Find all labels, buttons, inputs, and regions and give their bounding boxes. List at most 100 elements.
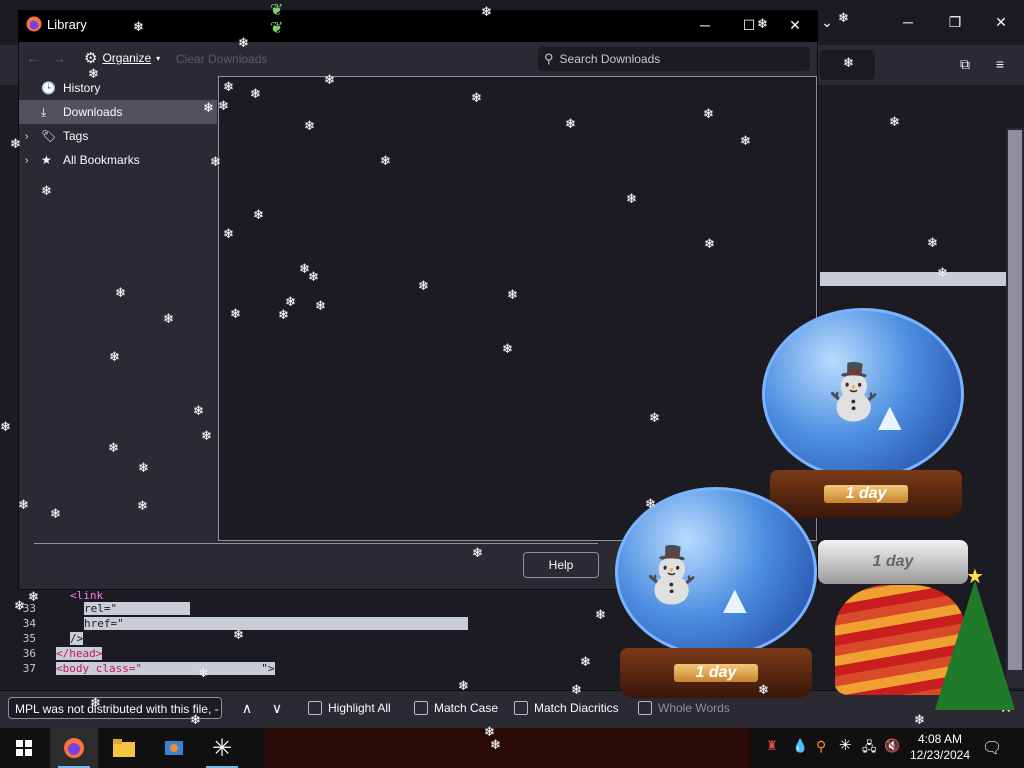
clear-downloads-button[interactable]: Clear Downloads xyxy=(176,52,267,66)
match-case-label: Match Case xyxy=(434,701,499,715)
extensions-icon[interactable]: ⧉ xyxy=(950,54,980,74)
checkbox-box[interactable] xyxy=(308,701,322,715)
selected-text-line xyxy=(820,272,1006,286)
snowflake-icon: ✳ xyxy=(211,734,233,762)
forward-arrow-icon[interactable]: → xyxy=(52,50,66,66)
snowflake-icon: ❄ xyxy=(580,654,591,669)
match-diacritics-checkbox[interactable]: Match Diacritics xyxy=(514,699,619,717)
downloads-list[interactable] xyxy=(218,76,817,541)
tray-app-icon[interactable]: ♜ xyxy=(766,738,778,754)
library-title: Library xyxy=(47,17,87,32)
snowflake-icon: ❄ xyxy=(472,545,483,560)
taskbar-file-explorer[interactable] xyxy=(100,728,148,768)
highlight-all-checkbox[interactable]: Highlight All xyxy=(308,699,391,717)
snowflake-icon: ❄ xyxy=(304,118,315,133)
windows-icon xyxy=(16,740,32,756)
snow-globe-base: 1 day xyxy=(620,648,812,698)
volume-muted-icon[interactable]: 🔇 xyxy=(884,738,900,754)
checkbox-box[interactable] xyxy=(414,701,428,715)
taskbar-firefox[interactable] xyxy=(50,728,98,768)
chevron-right-icon[interactable]: › xyxy=(25,155,37,166)
whole-words-checkbox[interactable]: Whole Words xyxy=(638,699,730,717)
network-icon[interactable]: 🖧 xyxy=(862,738,877,760)
snowflake-icon: ❄ xyxy=(571,682,582,697)
back-arrow-icon[interactable]: ← xyxy=(26,50,40,66)
snowflake-icon: ❄ xyxy=(649,410,660,425)
search-tray-icon[interactable]: ⚲ xyxy=(816,738,826,755)
browser-restore-button[interactable]: ❐ xyxy=(940,12,970,32)
snowflake-icon: ❄ xyxy=(10,136,21,151)
snowflake-icon: ❄ xyxy=(481,4,492,19)
find-next-icon[interactable]: ∨ xyxy=(267,698,287,718)
snowflake-icon: ❄ xyxy=(90,695,101,710)
sidebar-item-all-bookmarks[interactable]: › ★ All Bookmarks xyxy=(19,148,217,172)
snowflake-icon: ❄ xyxy=(108,440,119,455)
search-downloads-field[interactable]: ⚲ Search Downloads xyxy=(538,47,810,71)
snowflake-icon: ❄ xyxy=(838,10,849,25)
browser-minimize-button[interactable]: ─ xyxy=(893,12,923,32)
sidebar-item-tags[interactable]: › 🏷 Tags xyxy=(19,124,217,148)
start-button[interactable] xyxy=(0,728,48,768)
taskbar-app[interactable] xyxy=(150,728,198,768)
water-drop-icon[interactable]: 💧 xyxy=(792,738,808,754)
snowflake-icon: ❄ xyxy=(380,153,391,168)
tree-icon: ▲ xyxy=(870,395,910,439)
library-close-button[interactable]: ✕ xyxy=(780,15,810,35)
snowflake-icon: ❄ xyxy=(28,589,39,604)
sidebar-item-history[interactable]: 🕒 History xyxy=(19,76,217,100)
app-icon xyxy=(165,741,183,755)
sidebar-item-label: All Bookmarks xyxy=(63,153,140,167)
notifications-icon[interactable]: 🗨 xyxy=(982,738,1002,758)
snowflake-icon: ❄ xyxy=(937,265,948,280)
sidebar-item-label: Downloads xyxy=(63,105,123,119)
snowflake-icon: ❄ xyxy=(703,106,714,121)
browser-close-button[interactable]: ✕ xyxy=(986,12,1016,32)
snowflake-icon: ❄ xyxy=(490,737,501,752)
snowflake-icon: ❄ xyxy=(238,35,249,50)
download-icon: ⤓ xyxy=(41,104,47,119)
snowflake-icon: ❄ xyxy=(218,98,229,113)
clock[interactable]: 4:08 AM 12/23/2024 xyxy=(900,731,980,763)
sidebar-item-label: History xyxy=(63,81,101,95)
checkbox-box[interactable] xyxy=(514,701,528,715)
star-icon: ★ xyxy=(966,566,984,588)
snowflake-icon: ❄ xyxy=(595,607,606,622)
snowflake-icon: ❄ xyxy=(927,235,938,250)
organize-button[interactable]: ⚙ Organize ▾ xyxy=(84,49,160,67)
snowflake-icon: ❄ xyxy=(502,341,513,356)
clock-icon: 🕒 xyxy=(41,81,56,95)
divider xyxy=(34,543,598,544)
snow-globe-base: 1 day xyxy=(770,470,962,518)
snowflake-icon: ❄ xyxy=(109,349,120,364)
tree-icon: ▲ xyxy=(715,578,755,622)
chevron-right-icon[interactable]: › xyxy=(25,131,37,142)
highlight-all-label: Highlight All xyxy=(328,701,391,715)
snowflake-icon: ❄ xyxy=(223,226,234,241)
tag-icon: 🏷 xyxy=(41,129,57,143)
help-button[interactable]: Help xyxy=(523,552,599,578)
match-case-checkbox[interactable]: Match Case xyxy=(414,699,498,717)
match-diacritics-label: Match Diacritics xyxy=(534,701,619,715)
menu-icon[interactable]: ≡ xyxy=(985,54,1015,74)
snowflake-icon: ❄ xyxy=(626,191,637,206)
snowflake-icon: ❄ xyxy=(250,86,261,101)
snow-tray-icon[interactable]: ✳ xyxy=(839,736,852,754)
find-previous-icon[interactable]: ∧ xyxy=(237,698,257,718)
library-minimize-button[interactable]: ─ xyxy=(690,15,720,35)
snowflake-icon: ❄ xyxy=(471,90,482,105)
holly-icon: ❦ xyxy=(270,2,284,19)
snowflake-icon: ❄ xyxy=(757,16,768,31)
firefox-icon xyxy=(26,16,42,35)
checkbox-box[interactable] xyxy=(638,701,652,715)
snowflake-icon: ❄ xyxy=(50,506,61,521)
globe-label: 1 day xyxy=(823,485,909,503)
snowflake-icon: ❄ xyxy=(201,428,212,443)
clock-date: 12/23/2024 xyxy=(909,748,971,762)
snowflake-icon: ❄ xyxy=(133,19,144,34)
code-line: 36 </head> xyxy=(22,647,103,660)
globe-label: 1 day xyxy=(872,553,914,570)
sidebar-item-downloads[interactable]: ⤓ Downloads xyxy=(19,100,217,124)
taskbar-snow[interactable]: ✳ xyxy=(198,728,246,768)
snowflake-icon: ❄ xyxy=(18,497,29,512)
clock-time: 4:08 AM xyxy=(917,732,963,746)
